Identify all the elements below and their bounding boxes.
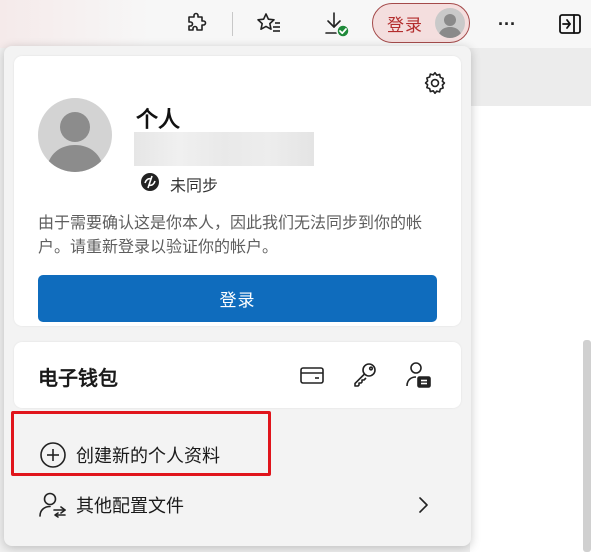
- highlight-annotation: [11, 411, 271, 476]
- gear-icon: [424, 71, 446, 95]
- profiles-switch-icon: [39, 492, 66, 518]
- toolbar-background: [0, 0, 150, 48]
- person-icon: [46, 112, 104, 172]
- browser-toolbar: 登录 ···: [0, 0, 591, 48]
- other-profiles-item[interactable]: 其他配置文件: [14, 480, 461, 530]
- payment-card-button[interactable]: [297, 360, 327, 390]
- more-button[interactable]: ···: [489, 6, 525, 42]
- extensions-button[interactable]: [179, 6, 215, 42]
- sync-error-message: 由于需要确认这是你本人，因此我们无法同步到你的帐户。请重新登录以验证你的帐户。: [38, 215, 423, 256]
- sidebar-toggle-icon: [559, 14, 581, 34]
- personal-info-icon: [406, 362, 431, 388]
- downloads-button[interactable]: [318, 6, 354, 42]
- more-icon: ···: [498, 13, 516, 34]
- profile-name: 个人: [136, 107, 181, 132]
- favorites-button[interactable]: [251, 6, 287, 42]
- profile-signin-button[interactable]: 登录: [372, 3, 470, 43]
- favorites-icon: [257, 13, 280, 32]
- profile-settings-button[interactable]: [422, 70, 448, 96]
- signin-button[interactable]: 登录: [38, 275, 437, 322]
- profile-avatar-small: [435, 8, 465, 38]
- sync-status: 未同步: [170, 178, 219, 195]
- page-background: [470, 48, 591, 552]
- page-header-band: [470, 48, 591, 106]
- payment-card-icon: [300, 367, 324, 384]
- wallet-title: 电子钱包: [38, 368, 118, 390]
- personal-info-button[interactable]: [404, 360, 434, 390]
- profile-email-redacted: [134, 132, 314, 166]
- extensions-icon: [188, 12, 207, 31]
- scrollbar-thumb[interactable]: [583, 340, 591, 552]
- profile-avatar: [38, 98, 112, 172]
- downloads-icon: [325, 12, 350, 38]
- toolbar-separator: [232, 12, 233, 36]
- signin-pill-label: 登录: [387, 15, 423, 35]
- other-profiles-label: 其他配置文件: [76, 496, 184, 516]
- password-key-button[interactable]: [350, 360, 380, 390]
- sync-paused-icon: [141, 173, 159, 191]
- wallet-card[interactable]: 电子钱包: [14, 342, 461, 408]
- profile-card: 个人 未同步 由于需要确认这是你本人，因此我们无法同步到你的帐户。请重新登录以验…: [14, 56, 461, 326]
- sidebar-toggle-button[interactable]: [552, 6, 588, 42]
- chevron-right-icon: [419, 497, 428, 513]
- password-key-icon: [354, 363, 376, 387]
- person-icon: [438, 14, 462, 38]
